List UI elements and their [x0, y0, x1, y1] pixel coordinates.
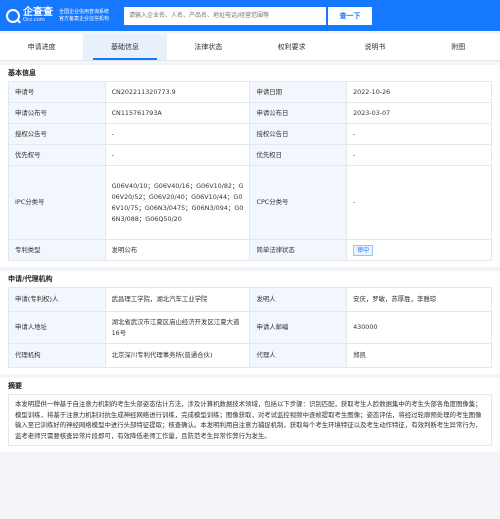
cell-value: 2023-03-07 — [346, 102, 492, 124]
cell-label: 申请日期 — [249, 81, 348, 103]
cell-label: 授权公告号 — [8, 123, 106, 145]
cell-value: CN202211320773.9 — [104, 81, 251, 103]
table-row: 专利类型 发明公布 简单法律状态 审中 — [8, 239, 492, 261]
cell-label: 代理人 — [249, 343, 348, 368]
ipc-value: G06V40/10；G06V40/16；G06V10/82；G06V20/52；… — [104, 165, 251, 240]
cell-label: 申请(专利权)人 — [8, 287, 106, 312]
cell-label: 简单法律状态 — [249, 239, 348, 261]
top-bar: 企查查 Qcc.com 全国企业信用查询系统 官方备案企业征信机构 查一下 — [0, 0, 500, 31]
table-row: 申请(专利权)人 武昌理工学院，湖北汽车工业学院 发明人 安庆，罗敏，苏厚胜，李… — [8, 287, 492, 312]
cell-value: 湖北省武汉市江夏区庙山经济开发区江夏大道16号 — [104, 311, 251, 344]
search-button[interactable]: 查一下 — [328, 6, 373, 25]
cell-label: 优先权号 — [8, 144, 106, 166]
basic-info-table: 申请号 CN202211320773.9 申请日期 2022-10-26 申请公… — [8, 81, 492, 261]
cell-value: 发明公布 — [104, 239, 251, 261]
cell-value: - — [104, 123, 251, 145]
table-row: 优先权号 - 优先权日 - — [8, 144, 492, 166]
cell-label: 优先权日 — [249, 144, 348, 166]
cell-value: 郑凯 — [346, 343, 492, 368]
tab-bar: 申请进度 基础信息 法律状态 权利要求 说明书 附图 — [0, 34, 500, 61]
logo[interactable]: 企查查 Qcc.com — [6, 8, 53, 23]
abstract-title: 摘要 — [0, 378, 500, 394]
applicant-title: 申请/代理机构 — [0, 271, 500, 287]
agency-link[interactable]: 北京深川专利代理事务所(普通合伙) — [104, 343, 251, 368]
cell-label: 申请公布日 — [249, 102, 348, 124]
cell-label: 代理机构 — [8, 343, 106, 368]
logo-domain: Qcc.com — [23, 17, 45, 23]
applicant-card: 申请(专利权)人 武昌理工学院，湖北汽车工业学院 发明人 安庆，罗敏，苏厚胜，李… — [0, 287, 500, 374]
cell-value: 2022-10-26 — [346, 81, 492, 103]
applicant-table: 申请(专利权)人 武昌理工学院，湖北汽车工业学院 发明人 安庆，罗敏，苏厚胜，李… — [8, 287, 492, 368]
table-row: 授权公告号 - 授权公告日 - — [8, 123, 492, 145]
abstract-card: 本发明提供一种基于自注意力机制的考生头部姿态估计方法，涉及计算机数据技术领域，包… — [0, 394, 500, 453]
basic-info-card: 申请号 CN202211320773.9 申请日期 2022-10-26 申请公… — [0, 81, 500, 267]
cell-value: CN115761793A — [104, 102, 251, 124]
table-row: 代理机构 北京深川专利代理事务所(普通合伙) 代理人 郑凯 — [8, 343, 492, 368]
cell-label: 授权公告日 — [249, 123, 348, 145]
cell-label: CPC分类号 — [249, 165, 348, 240]
tab-description[interactable]: 说明书 — [333, 34, 416, 60]
search-input[interactable] — [124, 6, 327, 25]
search-logo-icon — [6, 8, 20, 23]
cell-label: 申请公布号 — [8, 102, 106, 124]
cell-value: - — [104, 144, 251, 166]
cell-value: 安庆，罗敏，苏厚胜，李雅琼 — [346, 287, 492, 312]
applicant-link[interactable]: 武昌理工学院，湖北汽车工业学院 — [104, 287, 251, 312]
tagline-line-1: 全国企业信用查询系统 — [59, 8, 110, 15]
cell-label: IPC分类号 — [8, 165, 106, 240]
cell-label: 申请号 — [8, 81, 106, 103]
tab-legal-status[interactable]: 法律状态 — [167, 34, 250, 60]
abstract-text: 本发明提供一种基于自注意力机制的考生头部姿态估计方法，涉及计算机数据技术领域，包… — [8, 394, 492, 447]
cell-value: 430000 — [346, 311, 492, 344]
status-cell: 审中 — [346, 239, 492, 261]
cell-value: - — [346, 165, 492, 240]
table-row: 申请公布号 CN115761793A 申请公布日 2023-03-07 — [8, 102, 492, 124]
cell-label: 发明人 — [249, 287, 348, 312]
cell-label: 专利类型 — [8, 239, 106, 261]
status-badge: 审中 — [353, 244, 374, 256]
tagline-line-2: 官方备案企业征信机构 — [59, 15, 110, 22]
tab-drawings[interactable]: 附图 — [417, 34, 500, 60]
basic-info-title: 基本信息 — [0, 65, 500, 81]
cell-value: - — [346, 144, 492, 166]
cell-label: 申请人邮编 — [249, 311, 348, 344]
cell-label: 申请人地址 — [8, 311, 106, 344]
tab-basic-info[interactable]: 基础信息 — [83, 34, 167, 60]
tab-progress[interactable]: 申请进度 — [0, 34, 83, 60]
table-row: 申请号 CN202211320773.9 申请日期 2022-10-26 — [8, 81, 492, 103]
cell-value: - — [346, 123, 492, 145]
tagline: 全国企业信用查询系统 官方备案企业征信机构 — [59, 9, 109, 23]
table-row: 申请人地址 湖北省武汉市江夏区庙山经济开发区江夏大道16号 申请人邮编 4300… — [8, 311, 492, 344]
tab-claims[interactable]: 权利要求 — [250, 34, 333, 60]
table-row: IPC分类号 G06V40/10；G06V40/16；G06V10/82；G06… — [8, 165, 492, 240]
